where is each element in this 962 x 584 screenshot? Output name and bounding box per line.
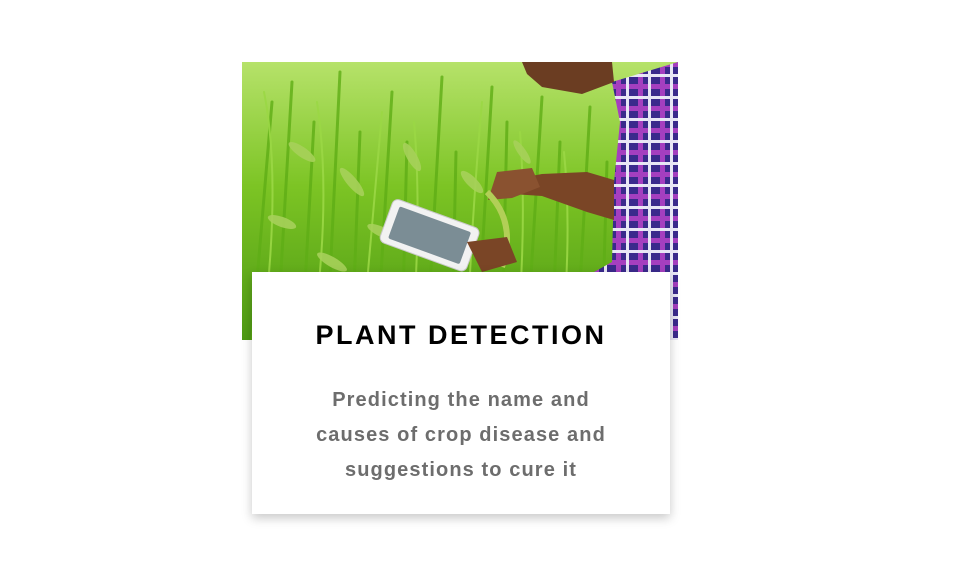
card-title: PLANT DETECTION [315, 320, 607, 350]
feature-card: PLANT DETECTION Predicting the name and … [252, 272, 670, 514]
page: PLANT DETECTION Predicting the name and … [0, 0, 962, 584]
card-description: Predicting the name and causes of crop d… [316, 389, 606, 481]
